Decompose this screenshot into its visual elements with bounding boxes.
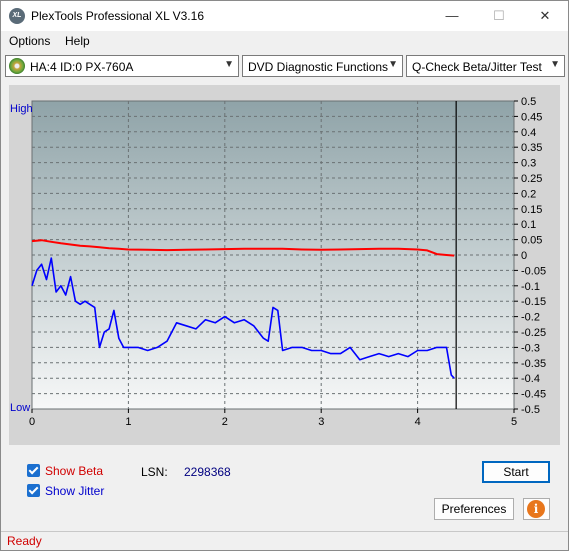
- y-tick-label: -0.5: [521, 404, 540, 416]
- start-button[interactable]: Start: [482, 461, 550, 483]
- y-tick-label: -0.3: [521, 342, 540, 354]
- maximize-button[interactable]: ☐: [476, 1, 522, 31]
- y-tick-label: 0.3: [521, 158, 536, 170]
- y-low-label: Low: [10, 402, 30, 414]
- menu-help[interactable]: Help: [65, 34, 90, 48]
- drive-select-value: HA:4 ID:0 PX-760A: [30, 60, 134, 74]
- controls-panel: Show Beta Show Jitter LSN: 2298368 Start…: [9, 453, 560, 525]
- lsn-label: LSN:: [141, 465, 168, 479]
- close-button[interactable]: ✕: [522, 1, 568, 31]
- x-tick-label: 4: [415, 416, 421, 428]
- function-select-value: DVD Diagnostic Functions: [248, 60, 389, 74]
- application-window: XL PlexTools Professional XL V3.16 — ☐ ✕…: [0, 0, 569, 551]
- chevron-down-icon: ▼: [224, 59, 234, 70]
- lsn-value: 2298368: [184, 465, 231, 479]
- function-select[interactable]: DVD Diagnostic Functions ▼: [242, 55, 403, 77]
- x-tick-label: 5: [511, 416, 517, 428]
- preferences-button[interactable]: Preferences: [434, 498, 514, 520]
- title-bar: XL PlexTools Professional XL V3.16 — ☐ ✕: [1, 1, 568, 31]
- show-beta-label[interactable]: Show Beta: [45, 464, 103, 478]
- menu-options[interactable]: Options: [9, 34, 50, 48]
- y-tick-label: -0.45: [521, 389, 546, 401]
- window-title: PlexTools Professional XL V3.16: [31, 9, 204, 23]
- chevron-down-icon: ▼: [550, 59, 560, 70]
- y-tick-label: 0.2: [521, 188, 536, 200]
- drive-select[interactable]: HA:4 ID:0 PX-760A ▼: [5, 55, 239, 77]
- show-jitter-checkbox[interactable]: [27, 484, 40, 497]
- show-beta-checkbox[interactable]: [27, 464, 40, 477]
- show-jitter-label[interactable]: Show Jitter: [45, 484, 104, 498]
- x-tick-label: 0: [29, 416, 35, 428]
- y-tick-label: 0.5: [521, 96, 536, 108]
- chart-panel: 0.5 0.45 0.4 0.35 0.3 0.25 0.2 0.15 0.1 0.05 0 -0.0…: [9, 85, 560, 445]
- y-tick-label: -0.4: [521, 373, 540, 385]
- y-tick-label: 0.25: [521, 173, 542, 185]
- y-tick-label: -0.05: [521, 265, 546, 277]
- x-tick-label: 3: [318, 416, 324, 428]
- y-tick-label: -0.1: [521, 281, 540, 293]
- status-text: Ready: [7, 534, 42, 548]
- info-button[interactable]: i: [523, 498, 550, 520]
- y-tick-label: -0.15: [521, 296, 546, 308]
- status-bar: Ready: [1, 531, 568, 550]
- y-tick-label: 0.15: [521, 204, 542, 216]
- y-tick-label: 0.35: [521, 142, 542, 154]
- chevron-down-icon: ▼: [388, 59, 398, 70]
- test-select-value: Q-Check Beta/Jitter Test: [412, 60, 542, 74]
- y-tick-label: -0.25: [521, 327, 546, 339]
- info-icon: i: [527, 500, 545, 518]
- minimize-button[interactable]: —: [429, 1, 475, 31]
- y-tick-label: 0: [521, 250, 527, 262]
- x-tick-label: 2: [222, 416, 228, 428]
- menu-bar: Options Help: [1, 31, 568, 51]
- y-tick-label: 0.1: [521, 219, 536, 231]
- y-tick-label: -0.35: [521, 358, 546, 370]
- y-tick-label: 0.4: [521, 127, 536, 139]
- y-tick-label: -0.2: [521, 312, 540, 324]
- app-logo-icon: XL: [9, 8, 25, 24]
- beta-jitter-chart: 0.5 0.45 0.4 0.35 0.3 0.25 0.2 0.15 0.1 0.05 0 -0.0…: [10, 96, 546, 428]
- y-high-label: High: [10, 103, 33, 115]
- disc-drive-icon: [9, 58, 25, 74]
- y-tick-label: 0.05: [521, 235, 542, 247]
- x-tick-label: 1: [125, 416, 131, 428]
- y-tick-label: 0.45: [521, 111, 542, 123]
- test-select[interactable]: Q-Check Beta/Jitter Test ▼: [406, 55, 565, 77]
